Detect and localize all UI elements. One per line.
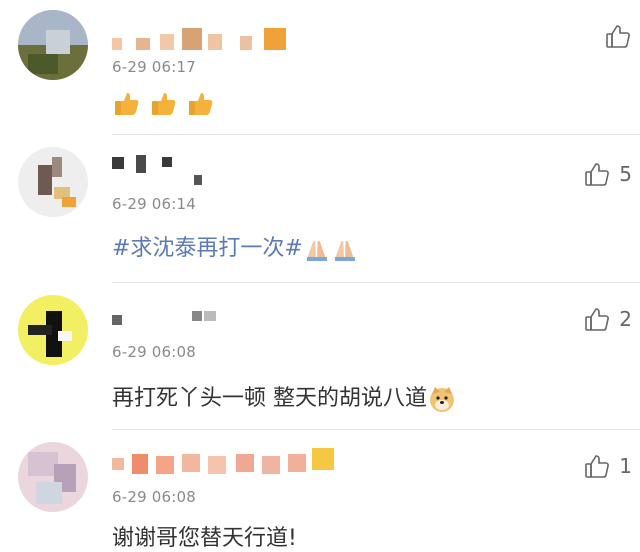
thumbs-up-outline-icon <box>585 455 610 478</box>
like-button[interactable]: 2 <box>583 305 632 333</box>
thumbs-up-emoji-icon <box>152 93 176 115</box>
divider <box>112 282 640 283</box>
comment-text: 再打死丫头一顿 整天的胡说八道 <box>112 386 427 411</box>
avatar[interactable] <box>18 295 88 365</box>
like-button[interactable]: 1 <box>583 452 632 480</box>
comment-body: 再打死丫头一顿 整天的胡说八道 <box>112 380 457 414</box>
pray-emoji-icon <box>306 240 327 261</box>
avatar[interactable] <box>18 147 88 217</box>
like-button[interactable] <box>604 22 632 50</box>
thumbs-up-outline-icon <box>585 308 610 331</box>
avatar[interactable] <box>18 442 88 512</box>
pray-emoji-icon <box>334 240 355 261</box>
thumbs-up-outline-icon <box>606 25 630 48</box>
comment-reactions <box>112 88 216 118</box>
username-obscured[interactable] <box>112 28 302 52</box>
comment-item: 6-29 06:17 <box>0 0 640 135</box>
username-obscured[interactable] <box>112 311 222 335</box>
comment-item: 6-29 06:14 #求沈泰再打一次# 5 <box>0 135 640 285</box>
comment-text: 谢谢哥您替天行道! <box>112 526 297 551</box>
doge-emoji-icon <box>430 387 454 412</box>
thumbs-up-emoji-icon <box>115 93 139 115</box>
username-obscured[interactable] <box>112 155 212 185</box>
like-count: 5 <box>619 162 632 186</box>
topic-hashtag-link[interactable]: #求沈泰再打一次# <box>112 236 303 261</box>
thumbs-up-emoji-icon <box>189 93 213 115</box>
comment-time: 6-29 06:08 <box>112 343 197 361</box>
comment-item: 6-29 06:08 再打死丫头一顿 整天的胡说八道 2 <box>0 285 640 430</box>
comment-time: 6-29 06:17 <box>112 58 197 76</box>
thumbs-up-outline-icon <box>585 163 610 186</box>
username-obscured[interactable] <box>112 448 342 478</box>
comment-time: 6-29 06:08 <box>112 488 197 506</box>
like-button[interactable]: 5 <box>583 160 632 188</box>
avatar[interactable] <box>18 10 88 80</box>
like-count: 2 <box>619 307 632 331</box>
like-count: 1 <box>619 454 632 478</box>
comment-item: 6-29 06:08 谢谢哥您替天行道! 1 <box>0 430 640 551</box>
comment-time: 6-29 06:14 <box>112 195 197 213</box>
comment-body: #求沈泰再打一次# <box>112 230 359 263</box>
